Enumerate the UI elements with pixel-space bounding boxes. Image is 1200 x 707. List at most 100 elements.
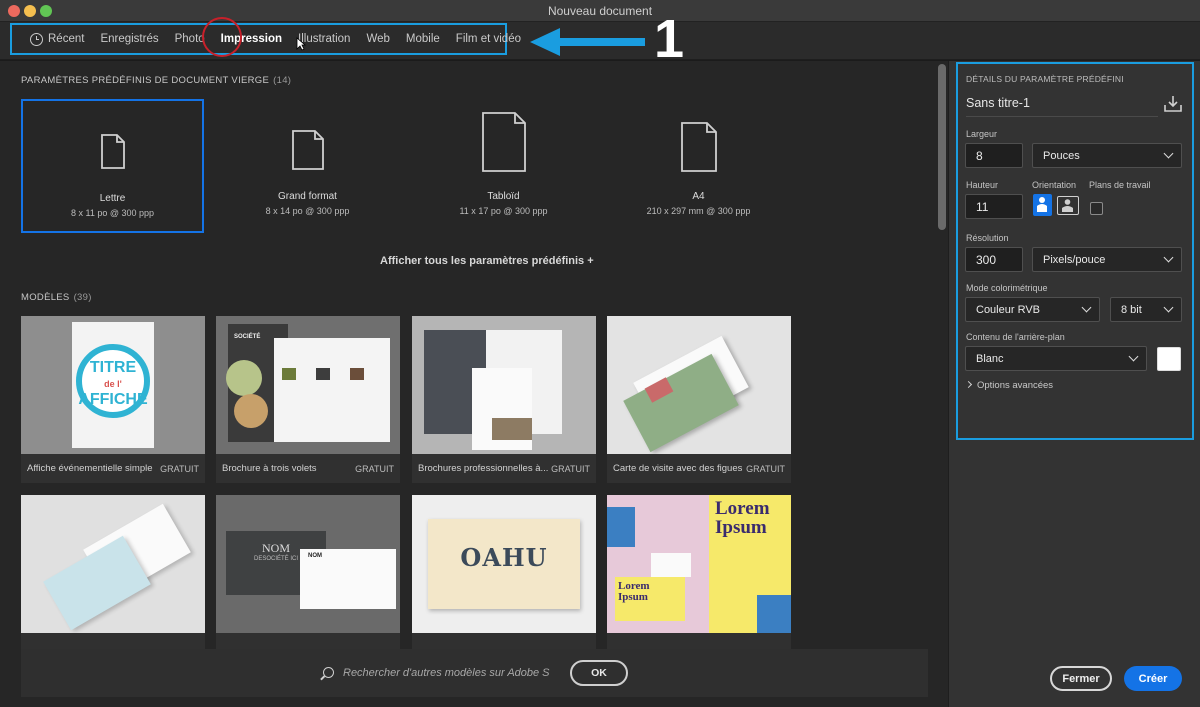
preset-spec: 210 x 297 mm @ 300 ppp xyxy=(646,206,751,216)
template-card[interactable]: NOM DESOCIÉTÉ ICI NOM xyxy=(216,495,400,662)
template-thumbnail xyxy=(607,316,791,454)
preset-name: Lettre xyxy=(99,193,126,204)
category-tabs: Récent Enregistrés Photo Impression Illu… xyxy=(10,23,521,55)
template-card[interactable]: TITRE de l' AFFICHE Affiche événementiel… xyxy=(21,316,205,483)
tab-film-video[interactable]: Film et vidéo xyxy=(448,25,529,53)
template-search-bar: OK xyxy=(21,649,928,697)
resolution-input[interactable]: 300 xyxy=(965,247,1023,272)
template-caption: Affiche événementielle simple GRATUIT xyxy=(21,454,205,483)
landscape-icon xyxy=(1062,199,1073,212)
template-card[interactable] xyxy=(21,495,205,662)
preset-spec: 8 x 11 po @ 300 ppp xyxy=(70,208,155,218)
templates-section-title: MODÈLES (39) xyxy=(21,292,92,303)
preset-name: Grand format xyxy=(278,191,337,202)
template-name: Affiche événementielle simple xyxy=(27,463,153,474)
template-thumbnail: Lorem Ipsum Lorem Ipsum xyxy=(607,495,791,633)
orientation-label: Orientation xyxy=(1032,180,1077,190)
clock-icon xyxy=(30,32,43,46)
template-thumbnail: OAHU xyxy=(412,495,596,633)
portrait-icon xyxy=(1037,197,1047,212)
width-input[interactable]: 8 xyxy=(965,143,1023,168)
details-heading: DÉTAILS DU PARAMÈTRE PRÉDÉFINI xyxy=(966,74,1124,84)
chevron-down-icon xyxy=(1163,252,1174,263)
background-color-swatch[interactable] xyxy=(1157,347,1181,371)
chevron-down-icon xyxy=(1081,302,1092,313)
annotation-arrow-left xyxy=(530,28,645,56)
document-icon xyxy=(680,122,717,172)
chevron-down-icon xyxy=(1163,302,1174,313)
search-icon xyxy=(323,667,334,678)
window-title: Nouveau document xyxy=(547,4,653,18)
template-caption: Brochures professionnelles à... GRATUIT xyxy=(412,454,596,483)
mouse-cursor-icon xyxy=(296,37,306,51)
template-caption: Brochure à trois volets GRATUIT xyxy=(216,454,400,483)
preset-card-tabloid[interactable]: Tabloïd 11 x 17 po @ 300 ppp xyxy=(412,99,595,233)
landscape-orientation-button[interactable] xyxy=(1057,196,1079,215)
preset-card-a4[interactable]: A4 210 x 297 mm @ 300 ppp xyxy=(607,99,790,233)
free-badge: GRATUIT xyxy=(160,463,199,474)
document-icon xyxy=(291,130,324,170)
template-thumbnail: NOM DESOCIÉTÉ ICI NOM xyxy=(216,495,400,633)
template-thumbnail xyxy=(21,495,205,633)
tab-mobile[interactable]: Mobile xyxy=(398,25,448,53)
document-name-field[interactable]: Sans titre-1 xyxy=(966,96,1158,117)
template-thumbnail: SOCIÉTÉ xyxy=(216,316,400,454)
resolution-unit-select[interactable]: Pixels/pouce xyxy=(1032,247,1182,272)
width-label: Largeur xyxy=(966,129,998,139)
background-select[interactable]: Blanc xyxy=(965,346,1147,371)
color-mode-label: Mode colorimétrique xyxy=(966,283,1048,293)
advanced-options-toggle[interactable]: Options avancées xyxy=(964,380,1053,391)
document-icon xyxy=(100,134,125,169)
width-unit-select[interactable]: Pouces xyxy=(1032,143,1182,168)
tab-web[interactable]: Web xyxy=(358,25,397,53)
preset-spec: 8 x 14 po @ 300 ppp xyxy=(265,206,350,216)
tab-photo[interactable]: Photo xyxy=(167,25,213,53)
close-button[interactable]: Fermer xyxy=(1050,666,1112,691)
template-thumbnail: TITRE de l' AFFICHE xyxy=(21,316,205,454)
color-mode-select[interactable]: Couleur RVB xyxy=(965,297,1100,322)
template-card[interactable]: OAHU xyxy=(412,495,596,662)
bit-depth-select[interactable]: 8 bit xyxy=(1110,297,1182,322)
resolution-label: Résolution xyxy=(966,233,1009,243)
height-input[interactable]: 11 xyxy=(965,194,1023,219)
background-label: Contenu de l'arrière-plan xyxy=(966,332,1065,342)
template-card[interactable]: Lorem Ipsum Lorem Ipsum xyxy=(607,495,791,662)
preset-name: A4 xyxy=(692,191,705,202)
title-bar: Nouveau document xyxy=(0,0,1200,22)
chevron-down-icon xyxy=(1163,148,1174,159)
portrait-orientation-button[interactable] xyxy=(1033,194,1052,216)
preset-card-legal[interactable]: Grand format 8 x 14 po @ 300 ppp xyxy=(216,99,399,233)
template-thumbnail xyxy=(412,316,596,454)
template-card[interactable]: Brochures professionnelles à... GRATUIT xyxy=(412,316,596,483)
presets-section-title: PARAMÈTRES PRÉDÉFINIS DE DOCUMENT VIERGE… xyxy=(21,75,292,86)
scrollbar-thumb[interactable] xyxy=(938,64,946,230)
document-icon xyxy=(481,112,526,172)
template-card[interactable]: Carte de visite avec des figues GRATUIT xyxy=(607,316,791,483)
tab-label: Récent xyxy=(48,33,85,45)
chevron-down-icon xyxy=(1128,351,1139,362)
artboards-label: Plans de travail xyxy=(1089,180,1151,190)
preset-card-letter[interactable]: Lettre 8 x 11 po @ 300 ppp xyxy=(21,99,204,233)
template-caption: Carte de visite avec des figues GRATUIT xyxy=(607,454,791,483)
chevron-right-icon xyxy=(964,380,973,389)
template-name: Brochures professionnelles à... xyxy=(418,463,549,474)
search-ok-button[interactable]: OK xyxy=(570,660,628,686)
save-preset-icon[interactable] xyxy=(1164,95,1182,113)
template-search-input[interactable] xyxy=(343,664,565,682)
template-name: Brochure à trois volets xyxy=(222,463,317,474)
template-name: Carte de visite avec des figues xyxy=(613,463,743,474)
artboards-checkbox[interactable] xyxy=(1090,202,1103,215)
preset-spec: 11 x 17 po @ 300 ppp xyxy=(459,206,548,216)
free-badge: GRATUIT xyxy=(355,463,394,474)
preset-name: Tabloïd xyxy=(487,191,520,202)
free-badge: GRATUIT xyxy=(551,463,590,474)
tab-print[interactable]: Impression xyxy=(213,25,290,53)
main-content: PARAMÈTRES PRÉDÉFINIS DE DOCUMENT VIERGE… xyxy=(0,61,948,707)
show-all-presets-link[interactable]: Afficher tous les paramètres prédéfinis … xyxy=(380,255,594,267)
height-label: Hauteur xyxy=(966,180,999,190)
create-button[interactable]: Créer xyxy=(1124,666,1182,691)
template-card[interactable]: SOCIÉTÉ Brochure à trois volets GRATUIT xyxy=(216,316,400,483)
tab-saved[interactable]: Enregistrés xyxy=(92,25,166,53)
free-badge: GRATUIT xyxy=(746,463,785,474)
tab-recent[interactable]: Récent xyxy=(22,25,92,53)
